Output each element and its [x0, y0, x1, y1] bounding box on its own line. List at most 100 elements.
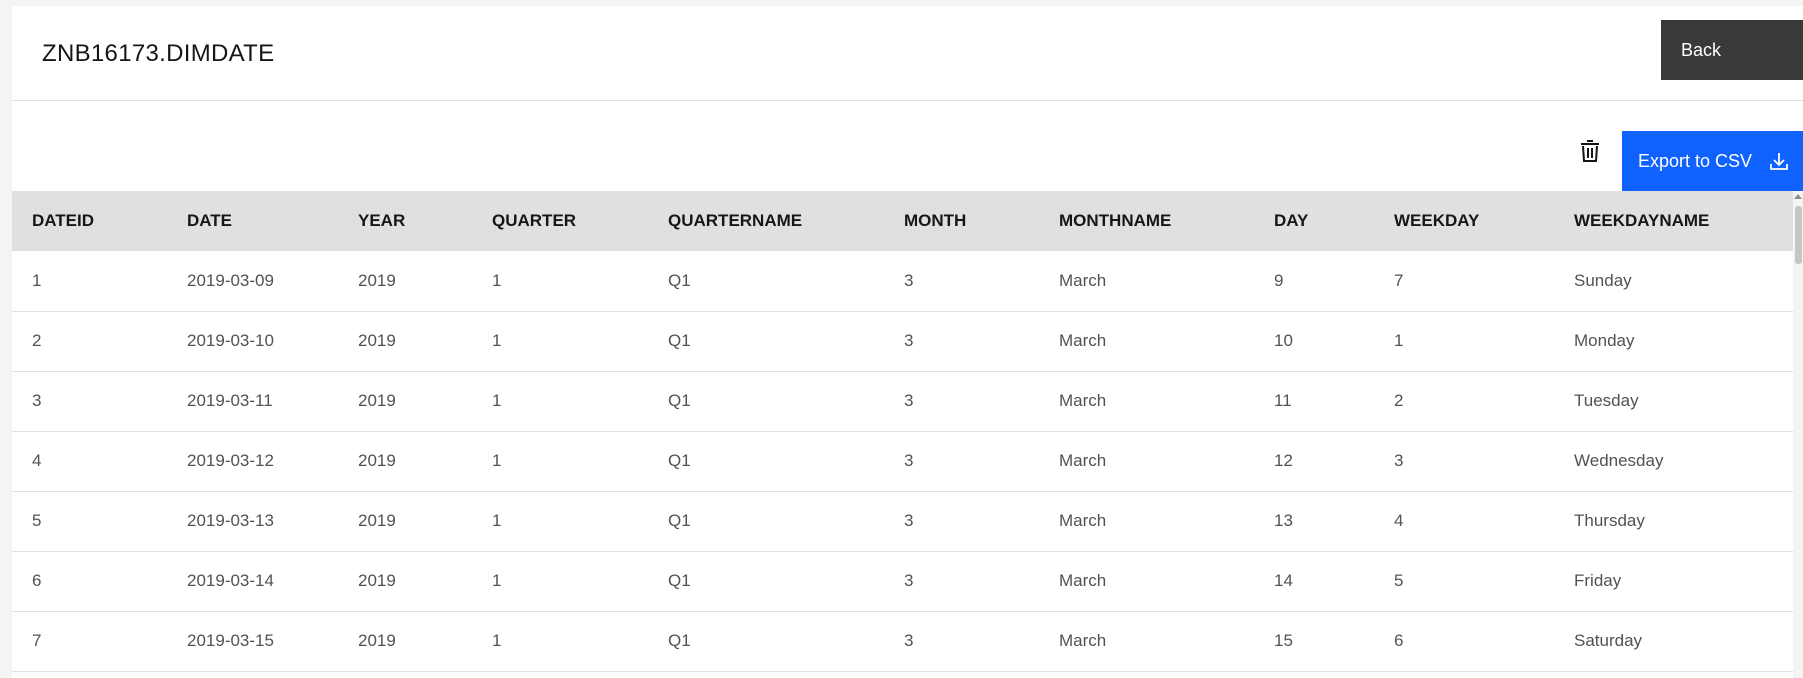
table-cell-monthname: March — [1059, 511, 1107, 530]
column-header-date[interactable]: DATE — [167, 191, 338, 251]
table-cell-day: 14 — [1274, 571, 1293, 590]
table-cell-date: 2019-03-13 — [187, 511, 274, 530]
data-table: DATEID DATE YEAR QUARTER QUARTERNAME MONTH MON… — [12, 191, 1803, 678]
table-cell-weekday: 7 — [1394, 270, 1404, 290]
back-button[interactable]: Back — [1661, 20, 1803, 80]
table-cell-day: 12 — [1274, 451, 1293, 470]
table-cell-year: 2019 — [358, 270, 396, 290]
table-cell-weekday: 1 — [1394, 331, 1404, 350]
table-cell-quarter: 1 — [492, 451, 502, 470]
table-cell-month: 3 — [904, 451, 914, 470]
table-cell-year: 2019 — [358, 511, 396, 530]
table-cell-dateid: 6 — [32, 571, 42, 590]
column-header-weekday[interactable]: WEEKDAY — [1374, 191, 1554, 251]
table-cell-year: 2019 — [358, 451, 396, 470]
vertical-scrollbar[interactable] — [1793, 191, 1803, 678]
table-cell-date: 2019-03-14 — [187, 571, 274, 590]
table-cell-monthname: March — [1059, 631, 1107, 650]
table-cell-year: 2019 — [358, 331, 396, 350]
scrollbar-thumb[interactable] — [1795, 206, 1802, 264]
table-cell-weekdayname: Tuesday — [1574, 391, 1639, 410]
column-header-year[interactable]: YEAR — [338, 191, 472, 251]
table-cell-monthname: March — [1059, 571, 1107, 590]
table-view-panel: ZNB16173.DIMDATE Back Export to CSV DATE… — [12, 6, 1803, 678]
table-cell-day: 15 — [1274, 631, 1293, 650]
table-cell-date: 2019-03-09 — [187, 270, 274, 290]
table-cell-quarter: 1 — [492, 391, 502, 410]
table-cell-monthname: March — [1059, 331, 1107, 350]
table-row[interactable]: 2 2019-03-10 2019 1 Q1 3 March 10 1 Monday — [12, 311, 1793, 371]
table-cell-date: 2019-03-10 — [187, 331, 274, 350]
table-cell-year: 2019 — [358, 391, 396, 410]
table-header-row: DATEID DATE YEAR QUARTER QUARTERNAME MONTH MON… — [12, 191, 1793, 251]
table-cell-date: 2019-03-11 — [187, 391, 273, 410]
table-cell-date: 2019-03-15 — [187, 631, 274, 650]
table-cell-dateid: 4 — [32, 451, 42, 470]
table-cell-quarter: 1 — [492, 511, 502, 530]
table-cell-weekday: 2 — [1394, 391, 1404, 410]
table-cell-monthname: March — [1059, 391, 1107, 410]
page-title: ZNB16173.DIMDATE — [42, 40, 275, 67]
table-cell-monthname: March — [1059, 451, 1107, 470]
table-cell-quartername: Q1 — [668, 571, 691, 590]
table-cell-month: 3 — [904, 571, 914, 590]
table-cell-quartername: Q1 — [668, 331, 691, 350]
export-to-csv-label: Export to CSV — [1638, 151, 1753, 171]
table-cell-monthname: March — [1059, 270, 1107, 290]
table-cell-date: 2019-03-12 — [187, 451, 274, 470]
table-cell-quarter: 1 — [492, 331, 502, 350]
table-cell-year: 2019 — [358, 571, 396, 590]
table-cell-quarter: 1 — [492, 571, 502, 590]
table-cell-day: 9 — [1274, 270, 1284, 290]
table-cell-quartername: Q1 — [668, 511, 691, 530]
table-cell-dateid: 5 — [32, 511, 42, 530]
table-cell-quarter: 1 — [492, 270, 502, 290]
table-cell-year: 2019 — [358, 631, 396, 650]
table-cell-weekday: 4 — [1394, 511, 1404, 530]
scroll-up-icon[interactable] — [1794, 194, 1802, 199]
column-header-dateid[interactable]: DATEID — [12, 191, 167, 251]
table-cell-month: 3 — [904, 511, 914, 530]
table-cell-weekday: 5 — [1394, 571, 1404, 590]
table-row[interactable]: 3 2019-03-11 2019 1 Q1 3 March 11 2 Tuesday — [12, 371, 1793, 431]
table-cell-weekday: 6 — [1394, 631, 1404, 650]
table-row[interactable]: 4 2019-03-12 2019 1 Q1 3 March 12 3 Wednesday — [12, 431, 1793, 491]
table-cell-weekdayname: Friday — [1574, 571, 1622, 590]
table-cell-dateid: 7 — [32, 631, 42, 650]
download-icon — [1770, 153, 1788, 170]
table-cell-weekday: 3 — [1394, 451, 1404, 470]
column-header-quarter[interactable]: QUARTER — [472, 191, 648, 251]
table-cell-day: 11 — [1274, 391, 1292, 410]
table-cell-month: 3 — [904, 391, 914, 410]
column-header-weekdayname[interactable]: WEEKDAYNAME — [1554, 191, 1793, 251]
table-cell-weekdayname: Saturday — [1574, 631, 1643, 650]
column-header-quartername[interactable]: QUARTERNAME — [648, 191, 884, 251]
table-toolbar: Export to CSV — [12, 101, 1803, 191]
table-row[interactable]: 5 2019-03-13 2019 1 Q1 3 March 13 4 Thursday — [12, 491, 1793, 551]
table-cell-day: 10 — [1274, 331, 1293, 350]
column-header-monthname[interactable]: MONTHNAME — [1039, 191, 1254, 251]
table-row[interactable]: 1 2019-03-09 2019 1 Q1 3 March 9 7 Sunday — [12, 251, 1793, 311]
table-row[interactable]: 6 2019-03-14 2019 1 Q1 3 March 14 5 Friday — [12, 551, 1793, 611]
table-cell-month: 3 — [904, 270, 914, 290]
table-cell-quartername: Q1 — [668, 631, 691, 650]
table-cell-month: 3 — [904, 331, 914, 350]
table-cell-weekdayname: Thursday — [1574, 511, 1645, 530]
table-row[interactable]: 7 2019-03-15 2019 1 Q1 3 March 15 6 Saturday — [12, 611, 1793, 671]
page-header: ZNB16173.DIMDATE Back — [12, 6, 1803, 101]
trash-icon[interactable] — [1572, 133, 1608, 169]
column-header-month[interactable]: MONTH — [884, 191, 1039, 251]
table-cell-weekdayname: Monday — [1574, 331, 1635, 350]
table-cell-quartername: Q1 — [668, 391, 691, 410]
table-cell-quartername: Q1 — [668, 270, 691, 290]
export-to-csv-button[interactable]: Export to CSV — [1622, 131, 1803, 191]
table-cell-month: 3 — [904, 631, 914, 650]
table-cell-dateid: 2 — [32, 331, 42, 350]
column-header-day[interactable]: DAY — [1254, 191, 1374, 251]
table-cell-weekdayname: Sunday — [1574, 270, 1632, 290]
table-cell-dateid: 3 — [32, 391, 42, 410]
table-cell-quartername: Q1 — [668, 451, 691, 470]
table-cell-quarter: 1 — [492, 631, 502, 650]
table-cell-weekdayname: Wednesday — [1574, 451, 1664, 470]
table-cell-dateid: 1 — [32, 270, 42, 290]
